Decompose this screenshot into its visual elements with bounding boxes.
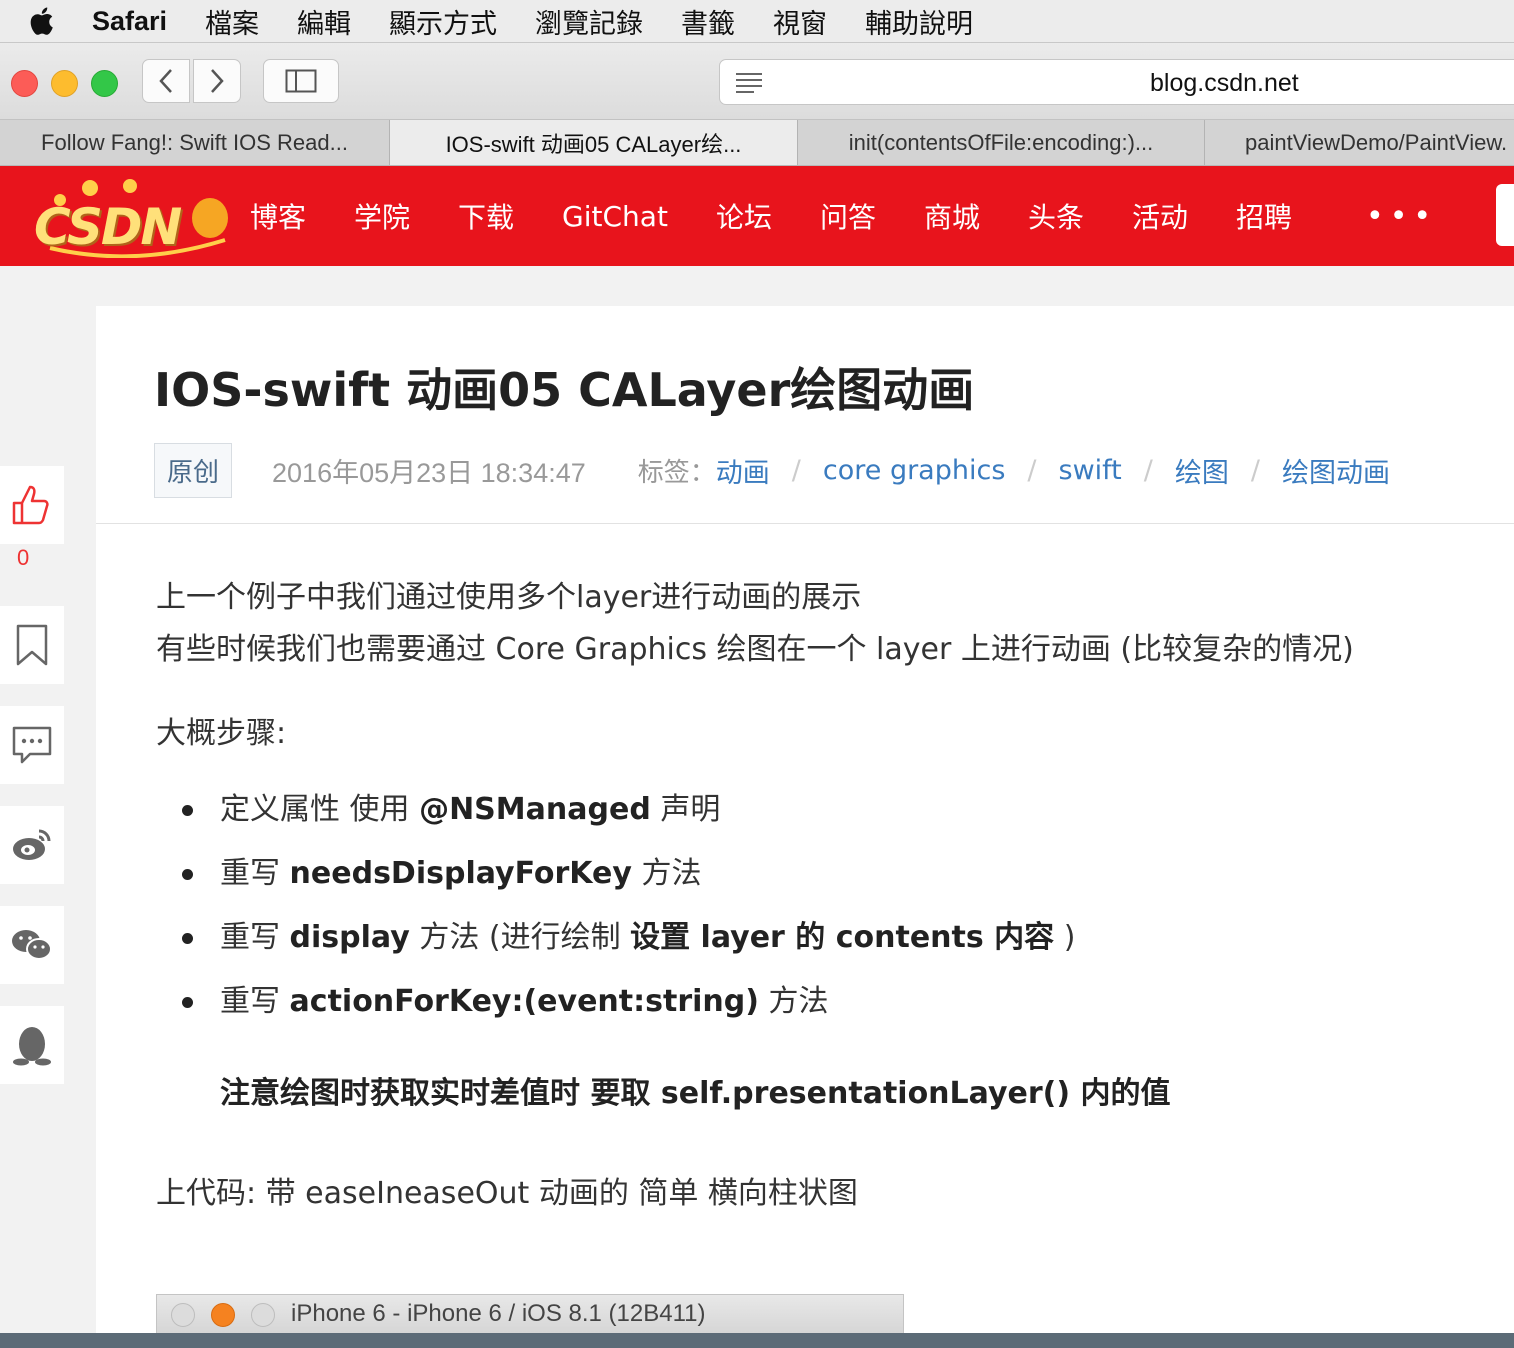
bookmark-button[interactable]: [0, 606, 64, 684]
nav-mall[interactable]: 商城: [924, 196, 980, 236]
tag-link[interactable]: swift: [1059, 455, 1122, 486]
article-card: IOS-swift 动画05 CALayer绘图动画 原创 2016年05月23…: [96, 306, 1514, 1348]
tag-separator: /: [1250, 454, 1260, 486]
back-button[interactable]: [142, 59, 190, 103]
tag-link[interactable]: 动画: [716, 451, 770, 490]
nav-events[interactable]: 活动: [1132, 196, 1188, 236]
tags-label: 标签：: [637, 457, 716, 488]
simulator-screenshot: iPhone 6 - iPhone 6 / iOS 8.1 (12B411): [156, 1294, 904, 1334]
bookmark-icon: [16, 624, 48, 666]
comment-button[interactable]: [0, 706, 64, 784]
publish-date: 2016年05月23日 18:34:47: [272, 457, 586, 488]
menu-view[interactable]: 顯示方式: [389, 2, 497, 41]
code-intro: 上代码: 带 easeIneaseOut 动画的 简单 横向柱状图: [156, 1176, 858, 1211]
bottom-edge-bar: [0, 1333, 1514, 1348]
tab-follow-fang[interactable]: Follow Fang!: Swift IOS Read...: [0, 120, 390, 165]
csdn-logo[interactable]: CSDN: [30, 178, 240, 258]
nav-blog[interactable]: 博客: [250, 196, 306, 236]
nav-more-button[interactable]: •••: [1366, 199, 1437, 234]
like-button[interactable]: [0, 466, 64, 544]
comment-icon: [12, 726, 52, 764]
csdn-nav: 博客 学院 下载 GitChat 论坛 问答 商城 头条 活动 招聘 •••: [250, 166, 1437, 266]
wechat-icon: [12, 930, 52, 960]
share-wechat-button[interactable]: [0, 906, 64, 984]
paragraph-2: 有些时候我们也需要通过 Core Graphics 绘图在一个 layer 上进…: [156, 632, 1354, 667]
like-count: 0: [17, 545, 30, 570]
menu-bar: Safari 檔案 編輯 顯示方式 瀏覽記錄 書籤 視窗 輔助說明: [0, 0, 1514, 43]
menu-help[interactable]: 輔助說明: [865, 2, 973, 41]
sim-close-dot: [171, 1303, 195, 1327]
tag-separator: /: [1143, 454, 1153, 486]
reader-view-icon[interactable]: [734, 71, 764, 93]
menu-window[interactable]: 視窗: [773, 2, 827, 41]
apple-icon[interactable]: [26, 4, 60, 38]
weibo-icon: [13, 829, 51, 860]
thumbs-up-icon: [12, 485, 49, 525]
nav-headlines[interactable]: 头条: [1028, 196, 1084, 236]
steps-heading: 大概步骤:: [156, 716, 287, 751]
simulator-title: iPhone 6 - iPhone 6 / iOS 8.1 (12B411): [291, 1300, 706, 1327]
menu-edit[interactable]: 編輯: [297, 2, 351, 41]
tag-separator: /: [1027, 454, 1037, 486]
original-badge: 原创: [154, 442, 233, 498]
qq-penguin-icon: [13, 1027, 51, 1066]
nav-download[interactable]: 下载: [458, 196, 514, 236]
tag-link[interactable]: core graphics: [823, 455, 1006, 486]
window-close-button[interactable]: [11, 70, 38, 97]
url-text[interactable]: blog.csdn.net: [1150, 69, 1299, 98]
list-item: 定义属性 使用 @NSManaged 声明: [182, 786, 1075, 850]
sim-minimize-dot: [211, 1303, 235, 1327]
menu-history[interactable]: 瀏覽記錄: [535, 2, 643, 41]
article-meta: 原创 2016年05月23日 18:34:47 标签： 动画 / core gr…: [154, 442, 1390, 498]
window-minimize-button[interactable]: [51, 70, 78, 97]
nav-academy[interactable]: 学院: [354, 196, 410, 236]
address-bar[interactable]: blog.csdn.net: [719, 59, 1514, 105]
note-text: 注意绘图时获取实时差值时 要取 self.presentationLayer()…: [220, 1076, 1171, 1111]
list-item: 重写 actionForKey:(event:string) 方法: [182, 978, 1075, 1042]
forward-button[interactable]: [193, 59, 241, 103]
menu-file[interactable]: 檔案: [205, 2, 259, 41]
csdn-logo-text: CSDN: [34, 198, 182, 256]
window-zoom-button[interactable]: [91, 70, 118, 97]
chevron-left-icon: [159, 69, 172, 93]
article-title: IOS-swift 动画05 CALayer绘图动画: [154, 363, 975, 417]
paragraph-1: 上一个例子中我们通过使用多个layer进行动画的展示: [156, 580, 862, 615]
tag-link[interactable]: 绘图动画: [1282, 451, 1390, 490]
tab-init-contents[interactable]: init(contentsOfFile:encoding:)...: [798, 120, 1205, 165]
share-qq-button[interactable]: [0, 1006, 64, 1084]
meta-divider: [96, 523, 1514, 524]
tab-bar: Follow Fang!: Swift IOS Read... IOS-swif…: [0, 120, 1514, 166]
csdn-header: CSDN 博客 学院 下载 GitChat 论坛 问答 商城 头条 活动 招聘 …: [0, 166, 1514, 266]
tab-ios-swift-active[interactable]: IOS-swift 动画05 CALayer绘...: [390, 120, 798, 165]
share-weibo-button[interactable]: [0, 806, 64, 884]
sidebar-icon: [285, 69, 317, 93]
nav-forum[interactable]: 论坛: [716, 196, 772, 236]
sidebar-toggle-button[interactable]: [263, 59, 339, 103]
list-item: 重写 needsDisplayForKey 方法: [182, 850, 1075, 914]
list-item: 重写 display 方法 (进行绘制 设置 layer 的 contents …: [182, 914, 1075, 978]
steps-list: 定义属性 使用 @NSManaged 声明 重写 needsDisplayFor…: [182, 786, 1075, 1042]
menu-app-name[interactable]: Safari: [92, 6, 167, 37]
chevron-right-icon: [211, 69, 224, 93]
browser-toolbar: blog.csdn.net: [0, 43, 1514, 120]
tag-separator: /: [791, 454, 801, 486]
nav-gitchat[interactable]: GitChat: [562, 200, 668, 233]
menu-bookmarks[interactable]: 書籤: [681, 2, 735, 41]
nav-qa[interactable]: 问答: [820, 196, 876, 236]
tab-paintview[interactable]: paintViewDemo/PaintView.: [1205, 120, 1514, 165]
tag-link[interactable]: 绘图: [1175, 451, 1229, 490]
sim-zoom-dot: [251, 1303, 275, 1327]
nav-jobs[interactable]: 招聘: [1236, 196, 1292, 236]
header-search-box[interactable]: [1496, 184, 1514, 246]
